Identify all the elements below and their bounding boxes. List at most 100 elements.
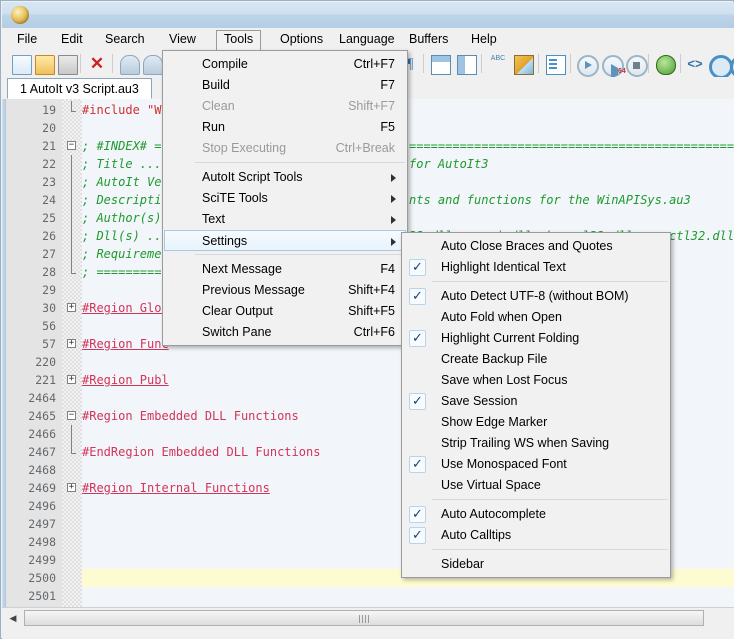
tools-menu-item-text[interactable]: Text <box>165 209 405 230</box>
checkmark-icon: ✓ <box>409 259 426 276</box>
scrollbar-thumb[interactable] <box>24 610 704 626</box>
code-icon[interactable]: <> <box>686 55 704 73</box>
tab-autoit-script[interactable]: 1 AutoIt v3 Script.au3 <box>7 78 152 99</box>
settings-menu-item-save-when-lost-focus[interactable]: Save when Lost Focus <box>404 370 668 391</box>
menu-help[interactable]: Help <box>464 30 504 48</box>
menu-item-label: Previous Message <box>202 283 305 297</box>
toolbar-separator <box>570 54 571 73</box>
tools-menu-item-settings[interactable]: Settings <box>164 230 406 251</box>
fold-expand-icon[interactable]: + <box>67 303 76 312</box>
indent-icon[interactable] <box>546 55 566 75</box>
tidy-icon[interactable] <box>514 55 534 75</box>
menu-item-label: Auto Close Braces and Quotes <box>441 239 613 253</box>
line-number: 2468 <box>28 463 56 477</box>
stop-icon[interactable] <box>626 55 648 77</box>
settings-menu-item-sidebar[interactable]: Sidebar <box>404 554 668 575</box>
fold-collapse-icon[interactable]: − <box>67 411 76 420</box>
tools-menu-item-previous-message[interactable]: Previous Message Shift+F4 <box>165 280 405 301</box>
line-number: 2499 <box>28 553 56 567</box>
menu-item-label: Save Session <box>441 394 518 408</box>
scroll-left-arrow-icon[interactable]: ◀ <box>5 610 21 626</box>
fold-expand-icon[interactable]: + <box>67 339 76 348</box>
tools-menu-item-compile[interactable]: Compile Ctrl+F7 <box>165 54 405 75</box>
horizontal-scrollbar[interactable]: ◀ <box>2 607 734 628</box>
fold-guide-tail <box>71 111 76 112</box>
tools-menu-item-clean[interactable]: Clean Shift+F7 <box>165 96 405 117</box>
fold-guide-line <box>71 443 72 453</box>
fold-guide-line <box>71 101 72 111</box>
toolbar-separator <box>423 54 424 73</box>
menu-item-label: Run <box>202 120 225 134</box>
settings-menu-item-auto-calltips[interactable]: ✓ Auto Calltips <box>404 525 668 546</box>
menu-file[interactable]: File <box>10 30 44 48</box>
tools-dropdown-menu[interactable]: Compile Ctrl+F7 Build F7 Clean Shift+F7 Run F5 S… <box>162 50 408 346</box>
code-line: #Region Publ <box>82 373 169 387</box>
menu-item-label: Use Monospaced Font <box>441 457 567 471</box>
settings-menu-item-highlight-identical-text[interactable]: ✓ Highlight Identical Text <box>404 257 668 278</box>
settings-menu-item-save-session[interactable]: ✓ Save Session <box>404 391 668 412</box>
line-number: 21 <box>42 139 56 153</box>
redo-icon[interactable] <box>143 55 163 75</box>
line-number: 25 <box>42 211 56 225</box>
settings-menu-item-use-virtual-space[interactable]: Use Virtual Space <box>404 475 668 496</box>
line-number: 19 <box>42 103 56 117</box>
menu-language[interactable]: Language <box>332 30 402 48</box>
menu-buffers[interactable]: Buffers <box>402 30 455 48</box>
tools-menu-item-next-message[interactable]: Next Message F4 <box>165 259 405 280</box>
tools-menu-item-scite-tools[interactable]: SciTE Tools <box>165 188 405 209</box>
save-file-icon[interactable] <box>58 55 78 75</box>
extra-gear-icon[interactable] <box>730 55 734 79</box>
settings-menu-item-use-monospaced-font[interactable]: ✓ Use Monospaced Font <box>404 454 668 475</box>
line-number: 2469 <box>28 481 56 495</box>
line-number-gutter: 19 20 21 22 23 24 25 26 27 28 29 30 56 57 220 221 2464 24… <box>6 99 62 607</box>
line-number: 24 <box>42 193 56 207</box>
settings-menu-item-show-edge-marker[interactable]: Show Edge Marker <box>404 412 668 433</box>
settings-menu-item-auto-autocomplete[interactable]: ✓ Auto Autocomplete <box>404 504 668 525</box>
menu-edit[interactable]: Edit <box>54 30 90 48</box>
split-vertical-icon[interactable] <box>457 55 477 75</box>
debug-icon[interactable] <box>656 55 676 75</box>
tools-menu-item-switch-pane[interactable]: Switch Pane Ctrl+F6 <box>165 322 405 343</box>
menu-item-accelerator: F4 <box>380 262 395 276</box>
menu-item-label: Strip Trailing WS when Saving <box>441 436 610 450</box>
tools-menu-item-stop-executing[interactable]: Stop Executing Ctrl+Break <box>165 138 405 159</box>
settings-menu-item-strip-trailing-ws-when-saving[interactable]: Strip Trailing WS when Saving <box>404 433 668 454</box>
fold-expand-icon[interactable]: + <box>67 483 76 492</box>
fold-collapse-icon[interactable]: − <box>67 141 76 150</box>
menu-item-accelerator: Shift+F5 <box>348 304 395 318</box>
fold-expand-icon[interactable]: + <box>67 375 76 384</box>
open-file-icon[interactable] <box>35 55 55 75</box>
settings-menu-item-auto-detect-utf-8-without-bom-[interactable]: ✓ Auto Detect UTF-8 (without BOM) <box>404 286 668 307</box>
settings-submenu[interactable]: Auto Close Braces and Quotes ✓ Highlight I… <box>401 232 671 578</box>
tools-menu-item-run[interactable]: Run F5 <box>165 117 405 138</box>
menu-item-label: Text <box>202 212 225 226</box>
run-x64-icon[interactable] <box>602 55 626 79</box>
code-line: ; AutoIt Ver <box>82 175 169 189</box>
run-icon[interactable] <box>577 55 599 77</box>
fold-margin[interactable]: − + + + − + <box>62 99 82 607</box>
menu-item-label: Stop Executing <box>202 141 287 155</box>
toolbar-separator <box>112 54 113 73</box>
menu-view[interactable]: View <box>162 30 203 48</box>
settings-menu-item-highlight-current-folding[interactable]: ✓ Highlight Current Folding <box>404 328 668 349</box>
line-number: 56 <box>42 319 56 333</box>
undo-icon[interactable] <box>120 55 140 75</box>
settings-menu-item-auto-fold-when-open[interactable]: Auto Fold when Open <box>404 307 668 328</box>
close-file-icon[interactable]: ✕ <box>88 55 106 73</box>
settings-menu-item-create-backup-file[interactable]: Create Backup File <box>404 349 668 370</box>
settings-menu-item-auto-close-braces-and-quotes[interactable]: Auto Close Braces and Quotes <box>404 236 668 257</box>
menu-item-label: Save when Lost Focus <box>441 373 568 387</box>
checkmark-icon: ✓ <box>409 288 426 305</box>
tools-menu-item-build[interactable]: Build F7 <box>165 75 405 96</box>
menu-item-label: AutoIt Script Tools <box>202 170 303 184</box>
tools-menu-item-clear-output[interactable]: Clear Output Shift+F5 <box>165 301 405 322</box>
line-number: 29 <box>42 283 56 297</box>
new-file-icon[interactable] <box>12 55 32 75</box>
menu-options[interactable]: Options <box>273 30 330 48</box>
menu-tools[interactable]: Tools <box>216 30 262 50</box>
menu-search[interactable]: Search <box>98 30 152 48</box>
spellcheck-icon[interactable]: ABC <box>489 55 507 73</box>
submenu-arrow-icon <box>391 238 396 246</box>
tools-menu-item-autoit-script-tools[interactable]: AutoIt Script Tools <box>165 167 405 188</box>
split-horizontal-icon[interactable] <box>431 55 451 75</box>
